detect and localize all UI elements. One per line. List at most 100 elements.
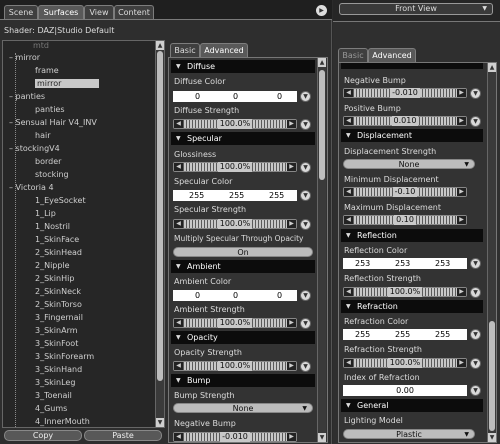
color-picker-icon[interactable]: ▼ bbox=[470, 258, 481, 269]
tree-item[interactable]: 4_InnerMouth bbox=[35, 417, 90, 426]
section-refraction[interactable]: ▼ Refraction bbox=[341, 300, 483, 313]
reflection-color-field[interactable]: 253 253 253 bbox=[343, 258, 467, 269]
color-picker-icon[interactable]: ▼ bbox=[300, 190, 311, 201]
map-button-icon[interactable]: ▼ bbox=[300, 119, 311, 130]
map-button-icon[interactable]: ▼ bbox=[470, 358, 481, 369]
color-picker-icon[interactable]: ▼ bbox=[470, 329, 481, 340]
tree-item[interactable]: 1_Nostril bbox=[35, 222, 70, 231]
scroll-thumb[interactable] bbox=[489, 321, 495, 431]
ambient-color-field[interactable]: 000 bbox=[173, 290, 297, 301]
section-diffuse[interactable]: ▼ Diffuse bbox=[171, 60, 315, 73]
color-picker-icon[interactable]: ▼ bbox=[300, 91, 311, 102]
mid-tab-advanced[interactable]: Advanced bbox=[200, 43, 248, 57]
tree-group[interactable]: – mirror bbox=[9, 53, 40, 62]
lighting-model-dropdown[interactable]: Plastic ▼ bbox=[343, 429, 475, 439]
tab-view[interactable]: View bbox=[84, 5, 114, 19]
tree-item[interactable]: 3_Toenail bbox=[35, 391, 72, 400]
section-opacity[interactable]: ▼ Opacity bbox=[171, 331, 315, 344]
map-button-icon[interactable]: ▼ bbox=[300, 219, 311, 230]
tree-item[interactable]: border bbox=[35, 157, 61, 166]
negative-bump-slider[interactable]: ◀ -0.010 ▶ bbox=[173, 432, 297, 442]
tree-item[interactable]: 4_Gums bbox=[35, 404, 67, 413]
bump-strength-dropdown[interactable]: None ▼ bbox=[173, 403, 313, 413]
scroll-thumb[interactable] bbox=[157, 51, 163, 381]
map-button-icon[interactable]: ▼ bbox=[300, 361, 311, 372]
panel-menu-arrow-icon[interactable]: ▶ bbox=[316, 5, 327, 16]
tree-item[interactable]: 1_SkinFace bbox=[35, 235, 79, 244]
tree-item[interactable]: 3_SkinArm bbox=[35, 326, 78, 335]
tree-item[interactable]: 3_SkinFoot bbox=[35, 339, 78, 348]
tree-item[interactable]: mirror bbox=[35, 79, 99, 88]
section-specular[interactable]: ▼ Specular bbox=[171, 132, 315, 145]
map-button-icon[interactable]: ▼ bbox=[470, 88, 481, 99]
tab-content[interactable]: Content bbox=[114, 5, 154, 19]
label-max-displacement: Maximum Displacement bbox=[344, 203, 441, 212]
scroll-down-icon[interactable]: ▼ bbox=[488, 433, 496, 442]
specular-color-field[interactable]: 255 255 255 bbox=[173, 190, 297, 201]
specular-strength-slider[interactable]: ◀ 100.0% ▶ bbox=[173, 219, 297, 229]
tree-item[interactable]: 3_SkinHand bbox=[35, 365, 82, 374]
scroll-thumb[interactable] bbox=[319, 70, 325, 180]
map-button-icon[interactable]: ▼ bbox=[470, 287, 481, 298]
tree-group[interactable]: – stockingV4 bbox=[9, 144, 60, 153]
refraction-strength-slider[interactable]: ◀ 100.0% ▶ bbox=[343, 358, 467, 368]
right-tab-advanced[interactable]: Advanced bbox=[368, 48, 416, 62]
map-button-icon[interactable]: ▼ bbox=[470, 385, 481, 396]
view-select-dropdown[interactable]: Front View ▼ bbox=[339, 3, 493, 15]
tab-scene[interactable]: Scene bbox=[4, 5, 38, 19]
tree-item[interactable]: 2_SkinTorso bbox=[35, 300, 82, 309]
max-displacement-slider[interactable]: ◀ 0.10 ▶ bbox=[343, 215, 467, 225]
right-tab-basic[interactable]: Basic bbox=[338, 48, 368, 62]
tree-item[interactable]: mtd bbox=[33, 41, 49, 50]
section-bump[interactable]: ▼ Bump bbox=[171, 374, 315, 387]
color-picker-icon[interactable]: ▼ bbox=[300, 290, 311, 301]
map-button-icon[interactable]: ▼ bbox=[300, 162, 311, 173]
tree-scrollbar[interactable]: ▲ ▼ bbox=[155, 41, 164, 427]
map-button-icon[interactable]: ▼ bbox=[300, 318, 311, 329]
section-displacement[interactable]: ▼ Displacement bbox=[341, 129, 483, 142]
section-reflection[interactable]: ▼ Reflection bbox=[341, 229, 483, 242]
reflection-strength-slider[interactable]: ◀ 100.0% ▶ bbox=[343, 287, 467, 297]
properties-scrollbar[interactable]: ▲ ▼ bbox=[317, 58, 326, 442]
diffuse-color-field[interactable]: 000 bbox=[173, 91, 297, 102]
copy-button[interactable]: Copy bbox=[4, 430, 82, 441]
paste-button[interactable]: Paste bbox=[84, 430, 162, 441]
right-properties-scrollbar[interactable]: ▲ ▼ bbox=[487, 63, 496, 442]
multiply-specular-toggle[interactable]: On bbox=[173, 247, 313, 257]
min-displacement-slider[interactable]: ◀ -0.10 ▶ bbox=[343, 187, 467, 197]
tree-item[interactable]: 1_Lip bbox=[35, 209, 56, 218]
negative-bump-slider[interactable]: ◀ -0.010 ▶ bbox=[343, 88, 467, 98]
index-refraction-field[interactable]: 0.00 bbox=[343, 385, 467, 396]
tree-item[interactable]: 3_SkinForearm bbox=[35, 352, 94, 361]
map-button-icon[interactable]: ▼ bbox=[470, 116, 481, 127]
mid-tab-basic[interactable]: Basic bbox=[170, 43, 200, 57]
tree-item[interactable]: hair bbox=[35, 131, 50, 140]
tree-item[interactable]: 1_EyeSocket bbox=[35, 196, 86, 205]
positive-bump-slider[interactable]: ◀ 0.010 ▶ bbox=[343, 116, 467, 126]
scroll-down-icon[interactable]: ▼ bbox=[318, 433, 326, 442]
tree-item[interactable]: 3_Fingernail bbox=[35, 313, 83, 322]
section-general[interactable]: ▼ General bbox=[341, 399, 483, 412]
opacity-strength-slider[interactable]: ◀ 100.0% ▶ bbox=[173, 361, 297, 371]
tree-item[interactable]: frame bbox=[35, 66, 59, 75]
label-min-displacement: Minimum Displacement bbox=[344, 175, 439, 184]
scroll-up-icon[interactable]: ▲ bbox=[156, 41, 164, 50]
tree-item[interactable]: 2_SkinNeck bbox=[35, 287, 81, 296]
diffuse-strength-slider[interactable]: ◀ 100.0% ▶ bbox=[173, 119, 297, 129]
scroll-up-icon[interactable]: ▲ bbox=[318, 58, 326, 67]
tree-item[interactable]: panties bbox=[35, 105, 65, 114]
tree-item[interactable]: 3_SkinLeg bbox=[35, 378, 75, 387]
section-ambient[interactable]: ▼ Ambient bbox=[171, 260, 315, 273]
tree-item[interactable]: stocking bbox=[35, 170, 69, 179]
refraction-color-field[interactable]: 255 255 255 bbox=[343, 329, 467, 340]
tab-surfaces[interactable]: Surfaces bbox=[38, 5, 84, 19]
tree-group[interactable]: – Sensual Hair V4_INV bbox=[9, 118, 97, 127]
scroll-down-icon[interactable]: ▼ bbox=[156, 418, 164, 427]
tree-item[interactable]: 2_SkinHead bbox=[35, 248, 82, 257]
displacement-strength-dropdown[interactable]: None ▼ bbox=[343, 159, 475, 169]
tree-item[interactable]: 2_SkinHip bbox=[35, 274, 74, 283]
ambient-strength-slider[interactable]: ◀ 100.0% ▶ bbox=[173, 318, 297, 328]
glossiness-slider[interactable]: ◀ 100.0% ▶ bbox=[173, 162, 297, 172]
tree-item[interactable]: 2_Nipple bbox=[35, 261, 70, 270]
scroll-up-icon[interactable]: ▲ bbox=[488, 63, 496, 72]
